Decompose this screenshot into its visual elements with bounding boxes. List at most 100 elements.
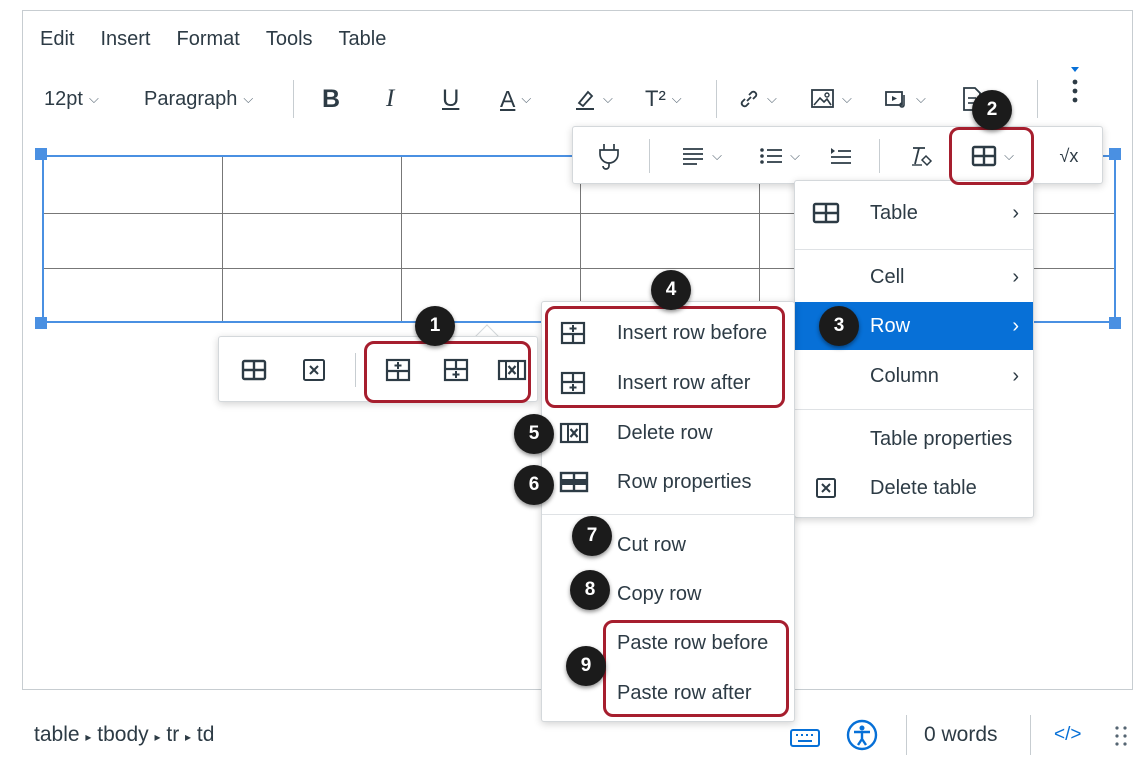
math-equation-button[interactable]: √x [1047,139,1091,173]
highlighter-icon [576,90,594,110]
menu-format[interactable]: Format [177,28,240,51]
menu-item-cell[interactable]: Cell › [795,253,1033,301]
chevron-down-icon: ⌵ [521,91,532,106]
path-separator-icon: ▸ [154,730,161,744]
toolbar-divider [879,139,880,173]
toolbar-divider [293,80,294,118]
bold-button[interactable]: B [322,80,340,118]
resize-handle-top-left[interactable] [35,148,47,160]
callout-2: 2 [972,90,1012,130]
text-color-button[interactable]: A ⌵ [500,80,531,118]
table-icon [812,202,840,224]
callout-4: 4 [651,270,691,310]
path-table[interactable]: table [34,723,80,746]
highlight-insert-row [545,306,785,408]
callout-3: 3 [819,306,859,346]
chevron-down-icon: ⌵ [712,148,722,163]
menu-item-label: Table [870,201,918,224]
list-button[interactable]: ⌵ [749,139,809,173]
superscript-button[interactable]: T² ⌵ [645,80,682,118]
keyboard-shortcuts-button[interactable] [789,722,821,755]
chevron-right-icon: › [1012,265,1019,288]
menu-divider [795,409,1033,410]
block-format-value: Paragraph [144,87,238,110]
chevron-down-icon: ⌵ [243,91,254,106]
square-root-icon: √x [1059,145,1079,166]
path-separator-icon: ▸ [185,730,192,744]
chevron-right-icon: › [1012,314,1019,337]
table-column-border [401,157,402,321]
media-icon [885,91,905,108]
highlight-table-button [949,127,1034,185]
chevron-down-icon: ⌵ [842,91,852,106]
highlight-color-button[interactable]: ⌵ [573,80,613,118]
menu-item-label: Table properties [870,427,1013,450]
font-size-value: 12pt [44,87,83,110]
callout-1: 1 [415,306,455,346]
image-icon [811,89,834,108]
menu-item-delete-table[interactable]: Delete table [795,464,1033,512]
toolbar-divider [1037,80,1038,118]
path-tbody[interactable]: tbody [97,723,148,746]
table-properties-button[interactable] [233,353,275,387]
word-count-text: 0 words [924,723,998,746]
resize-grip-icon[interactable] [1114,724,1128,753]
delete-row-icon [559,422,589,444]
lti-tools-button[interactable] [589,139,629,173]
chevron-right-icon: › [1012,364,1019,387]
align-left-icon [683,148,704,165]
menu-item-label: Copy row [617,582,702,605]
clear-formatting-button[interactable] [901,139,941,173]
html-editor-toggle[interactable]: </> [1054,724,1081,746]
plug-icon [599,144,619,170]
menu-divider [795,249,1033,250]
indent-button[interactable] [821,139,861,173]
more-options-button[interactable] [1068,67,1082,106]
menu-tools[interactable]: Tools [266,28,313,51]
underline-button[interactable]: U [442,80,459,118]
font-size-select[interactable]: 12pt ⌵ [44,80,99,118]
menu-item-row-properties[interactable]: Row properties [542,458,794,506]
italic-button[interactable]: I [386,80,394,118]
resize-handle-top-right[interactable] [1109,148,1121,160]
menu-item-table[interactable]: Table › [795,189,1033,237]
accessibility-checker-button[interactable] [845,718,879,757]
menu-table[interactable]: Table [339,28,387,51]
callout-5: 5 [514,414,554,454]
link-button[interactable]: ⌵ [737,80,777,118]
path-tr[interactable]: tr [166,723,179,746]
drag-dots-icon [1115,726,1127,746]
table-column-border [222,157,223,321]
table-icon [241,359,267,381]
bold-icon: B [322,84,341,113]
block-format-select[interactable]: Paragraph ⌵ [144,80,253,118]
media-button[interactable]: ⌵ [884,80,926,118]
resize-handle-bottom-left[interactable] [35,317,47,329]
element-path: table ▸ tbody ▸ tr ▸ td [34,723,214,747]
link-icon [740,90,758,108]
menu-item-table-properties[interactable]: Table properties [795,415,1033,463]
align-button[interactable]: ⌵ [671,139,731,173]
menu-divider [542,514,794,515]
chevron-right-icon: › [1012,201,1019,224]
image-button[interactable]: ⌵ [810,80,852,118]
menu-edit[interactable]: Edit [40,28,74,51]
resize-handle-bottom-right[interactable] [1109,317,1121,329]
word-count[interactable]: 0 words [924,0,998,746]
toolbar-divider [649,139,650,173]
more-vertical-icon [1071,67,1079,103]
chevron-down-icon: ⌵ [671,91,682,106]
menu-insert[interactable]: Insert [100,28,150,51]
menu-item-column[interactable]: Column › [795,352,1033,400]
highlight-paste-row [603,620,789,717]
menu-item-label: Row [870,314,911,337]
keyboard-icon [790,729,820,747]
delete-table-button[interactable] [293,353,335,387]
menu-item-label: Delete table [870,476,977,499]
menu-item-delete-row[interactable]: Delete row [542,409,794,457]
italic-icon: I [386,85,395,112]
callout-8: 8 [570,570,610,610]
row-properties-icon [559,471,589,493]
indent-icon [831,148,851,164]
path-td[interactable]: td [197,723,215,746]
